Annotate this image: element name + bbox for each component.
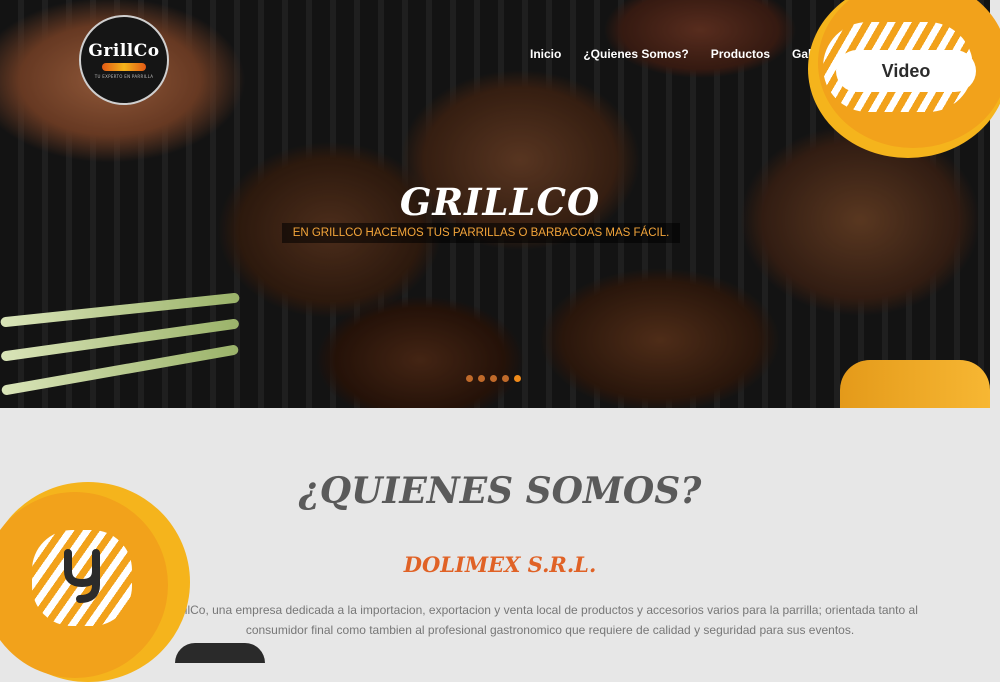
hero-title: GRILLCO: [399, 180, 601, 224]
nav-item-productos[interactable]: Productos: [711, 47, 770, 61]
slider-dot[interactable]: [502, 375, 509, 382]
slider-dot[interactable]: [466, 375, 473, 382]
nav-item-quienes-somos[interactable]: ¿Quienes Somos?: [583, 47, 688, 61]
y-letter-icon: [64, 549, 100, 603]
nav-item-inicio[interactable]: Inicio: [530, 47, 561, 61]
hero-subtitle: EN GRILLCO HACEMOS TUS PARRILLAS O BARBA…: [282, 223, 680, 243]
main-nav: Inicio ¿Quienes Somos? Productos Galeria: [530, 47, 855, 61]
logo-tagline: TU EXPERTO EN PARRILLA: [94, 74, 154, 79]
video-button[interactable]: Video: [836, 50, 976, 92]
flame-icon: [102, 63, 146, 71]
about-description: illCo, una empresa dedicada a la importa…: [182, 603, 918, 637]
grillco-logo[interactable]: GrillCo TU EXPERTO EN PARRILLA: [79, 15, 169, 105]
slider-dot-active[interactable]: [514, 375, 521, 382]
partial-dark-element: [175, 643, 265, 663]
grilled-pepper-image: [840, 360, 990, 408]
logo-text: GrillCo: [88, 41, 160, 61]
slider-dot[interactable]: [478, 375, 485, 382]
slider-dots: [466, 375, 526, 382]
slider-dot[interactable]: [490, 375, 497, 382]
